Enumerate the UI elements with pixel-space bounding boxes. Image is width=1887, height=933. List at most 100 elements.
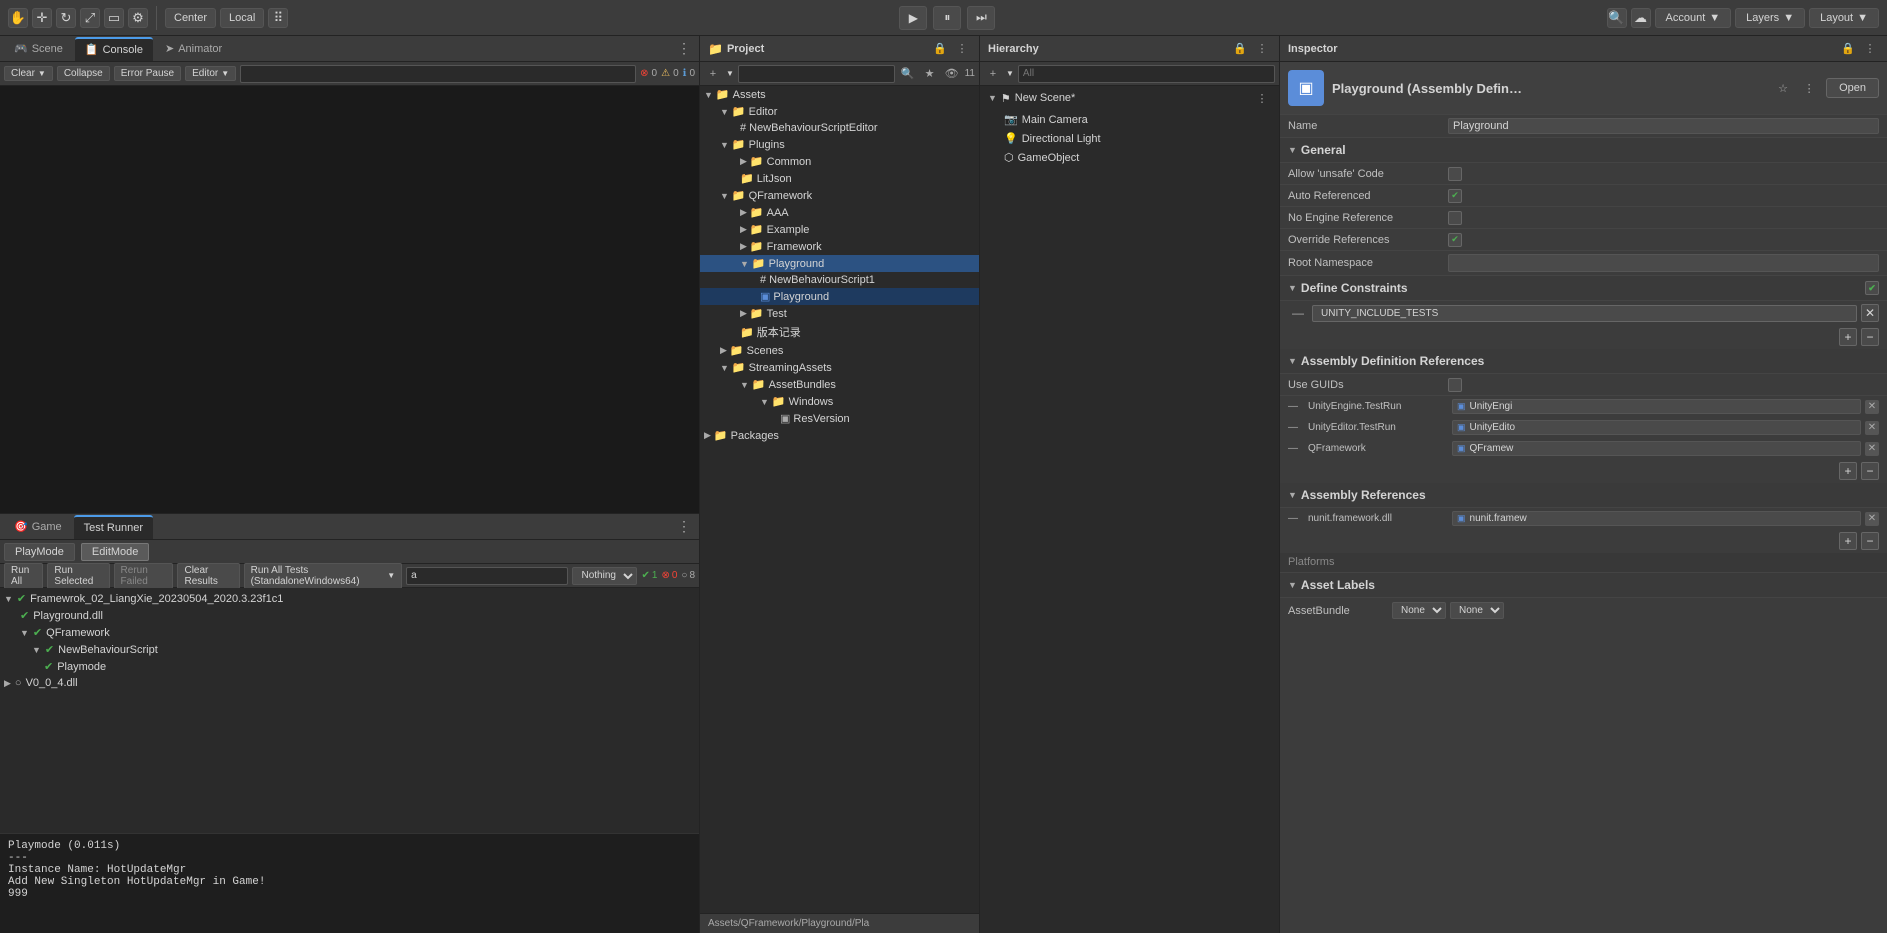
tab-test-runner[interactable]: Test Runner [74, 515, 153, 539]
lock-icon[interactable]: 🔒 [931, 40, 949, 58]
main-camera-object[interactable]: 📷 Main Camera [980, 110, 1279, 129]
streaming-assets-folder[interactable]: ▼ 📁 StreamingAssets [700, 359, 979, 376]
asm-refs2-add-btn[interactable]: + [1839, 532, 1857, 550]
aaa-folder[interactable]: ▶ 📁 AAA [700, 204, 979, 221]
run-selected-button[interactable]: Run Selected [47, 563, 109, 589]
eye-icon[interactable]: 👁 [943, 65, 961, 83]
use-guids-checkbox-icon[interactable] [1448, 378, 1462, 392]
override-checkbox-icon[interactable]: ✔ [1448, 233, 1462, 247]
editmode-btn[interactable]: EditMode [81, 543, 149, 561]
test-item[interactable]: ▼ ✔ QFramework [0, 624, 699, 641]
project-menu-btn[interactable]: ⋮ [953, 40, 971, 58]
test-item[interactable]: ▶ ○ V0_0_4.dll [0, 675, 699, 691]
packages-folder[interactable]: ▶ 📁 Packages [700, 427, 979, 444]
editor-folder[interactable]: ▼ 📁 Editor [700, 103, 979, 120]
add-asset-button[interactable]: + [704, 65, 722, 83]
grid-icon[interactable]: ⠿ [268, 8, 288, 28]
cloud-icon[interactable]: ☁ [1631, 8, 1651, 28]
ref2-value-1[interactable]: ▣ nunit.framew [1452, 511, 1861, 526]
new-behaviour-script1[interactable]: # NewBehaviourScript1 [700, 272, 979, 288]
tab-animator[interactable]: ➤ Animator [155, 37, 232, 61]
new-behaviour-script-editor[interactable]: # NewBehaviourScriptEditor [700, 120, 979, 136]
inspector-lock-icon[interactable]: 🔒 [1839, 40, 1857, 58]
ref-value-2[interactable]: ▣ UnityEdito [1452, 420, 1861, 435]
auto-referenced-checkbox[interactable]: ✔ [1448, 189, 1462, 203]
clear-button[interactable]: Clear ▼ [4, 66, 53, 81]
run-all-tests-button[interactable]: Run All Tests (StandaloneWindows64) ▼ [244, 563, 403, 589]
test-filter-select[interactable]: Nothing [572, 567, 637, 585]
editor-dropdown[interactable]: Editor ▼ [185, 66, 236, 81]
common-folder[interactable]: ▶ 📁 Common [700, 153, 979, 170]
custom-tool-icon[interactable]: ⚙ [128, 8, 148, 28]
scene-root[interactable]: ▼ ⚑ New Scene* ⋮ [980, 86, 1279, 110]
project-search-input[interactable] [738, 65, 895, 83]
assets-root[interactable]: ▼ 📁 Assets [700, 86, 979, 103]
scale-tool-icon[interactable]: ⤢ [80, 8, 100, 28]
test-item[interactable]: ▼ ✔ Framewrok_02_LiangXie_20230504_2020.… [0, 590, 699, 607]
qframework-folder[interactable]: ▼ 📁 QFramework [700, 187, 979, 204]
ref2-remove-1-btn[interactable]: ✕ [1865, 512, 1879, 526]
no-engine-checkbox-icon[interactable] [1448, 211, 1462, 225]
top-tab-menu-btn[interactable]: ⋮ [673, 40, 695, 57]
test-item[interactable]: ▼ ✔ NewBehaviourScript [0, 641, 699, 658]
hierarchy-add-button[interactable]: + [984, 65, 1002, 83]
ref-value-1[interactable]: ▣ UnityEngi [1452, 399, 1861, 414]
ref-remove-2-btn[interactable]: ✕ [1865, 421, 1879, 435]
rect-tool-icon[interactable]: ▭ [104, 8, 124, 28]
center-button[interactable]: Center [165, 8, 216, 28]
asm-refs-remove-btn[interactable]: − [1861, 462, 1879, 480]
account-dropdown[interactable]: Account ▼ [1655, 8, 1732, 28]
ref-remove-3-btn[interactable]: ✕ [1865, 442, 1879, 456]
open-button[interactable]: Open [1826, 78, 1879, 98]
override-refs-checkbox[interactable]: ✔ [1448, 233, 1462, 247]
res-version-asset[interactable]: ▣ ResVersion [700, 410, 979, 427]
clear-results-button[interactable]: Clear Results [177, 563, 239, 589]
constraints-add-btn[interactable]: + [1839, 328, 1857, 346]
playground-asmdef[interactable]: ▣ Playground [700, 288, 979, 305]
scenes-folder[interactable]: ▶ 📁 Scenes [700, 342, 979, 359]
no-engine-ref-checkbox[interactable] [1448, 211, 1462, 225]
search-collab-icon[interactable]: 🔍 [1607, 8, 1627, 28]
define-constraints-checkbox[interactable]: ✔ [1865, 281, 1879, 295]
tab-console[interactable]: 📋 Console [75, 37, 153, 61]
constraint-remove-btn[interactable]: ✕ [1861, 304, 1879, 322]
lower-tab-menu-btn[interactable]: ⋮ [673, 518, 695, 535]
windows-folder[interactable]: ▼ 📁 Windows [700, 393, 979, 410]
play-button[interactable]: ▶ [899, 6, 927, 30]
playmode-btn[interactable]: PlayMode [4, 543, 75, 561]
playground-folder[interactable]: ▼ 📁 Playground [700, 255, 979, 272]
hierarchy-menu-btn[interactable]: ⋮ [1253, 40, 1271, 58]
test-folder[interactable]: ▶ 📁 Test [700, 305, 979, 322]
directional-light-object[interactable]: 💡 Directional Light [980, 129, 1279, 148]
use-guids-checkbox[interactable] [1448, 378, 1462, 392]
tab-scene[interactable]: 🎮 Scene [4, 37, 73, 61]
layers-dropdown[interactable]: Layers ▼ [1735, 8, 1805, 28]
ref-value-3[interactable]: ▣ QFramew [1452, 441, 1861, 456]
search-icon[interactable]: 🔍 [899, 65, 917, 83]
inspector-menu-btn[interactable]: ⋮ [1861, 40, 1879, 58]
root-namespace-input[interactable] [1448, 254, 1879, 272]
step-button[interactable]: ⏭ [967, 6, 995, 30]
asm-refs-add-btn[interactable]: + [1839, 462, 1857, 480]
auto-ref-checkbox-icon[interactable]: ✔ [1448, 189, 1462, 203]
scene-menu-btn[interactable]: ⋮ [1253, 89, 1271, 107]
asset-bundles-folder[interactable]: ▼ 📁 AssetBundles [700, 376, 979, 393]
ref-remove-1-btn[interactable]: ✕ [1865, 400, 1879, 414]
unsafe-checkbox-icon[interactable] [1448, 167, 1462, 181]
version-notes-folder[interactable]: 📁 版本记录 [700, 322, 979, 342]
pause-button[interactable]: ⏸ [933, 6, 961, 30]
console-search-input[interactable] [240, 65, 636, 83]
asset-bundle-select-2[interactable]: None [1450, 602, 1504, 619]
run-all-button[interactable]: Run All [4, 563, 43, 589]
test-item[interactable]: ✔ Playground.dll [0, 607, 699, 624]
test-filter-input[interactable] [406, 567, 568, 585]
name-value[interactable]: Playground [1448, 118, 1879, 134]
allow-unsafe-checkbox[interactable] [1448, 167, 1462, 181]
inspector-star-icon[interactable]: ☆ [1774, 79, 1792, 97]
star-filter-icon[interactable]: ★ [921, 65, 939, 83]
game-object[interactable]: ⬡ GameObject [980, 148, 1279, 167]
rotate-tool-icon[interactable]: ↻ [56, 8, 76, 28]
example-folder[interactable]: ▶ 📁 Example [700, 221, 979, 238]
plugins-folder[interactable]: ▼ 📁 Plugins [700, 136, 979, 153]
hierarchy-search-input[interactable] [1018, 65, 1275, 83]
